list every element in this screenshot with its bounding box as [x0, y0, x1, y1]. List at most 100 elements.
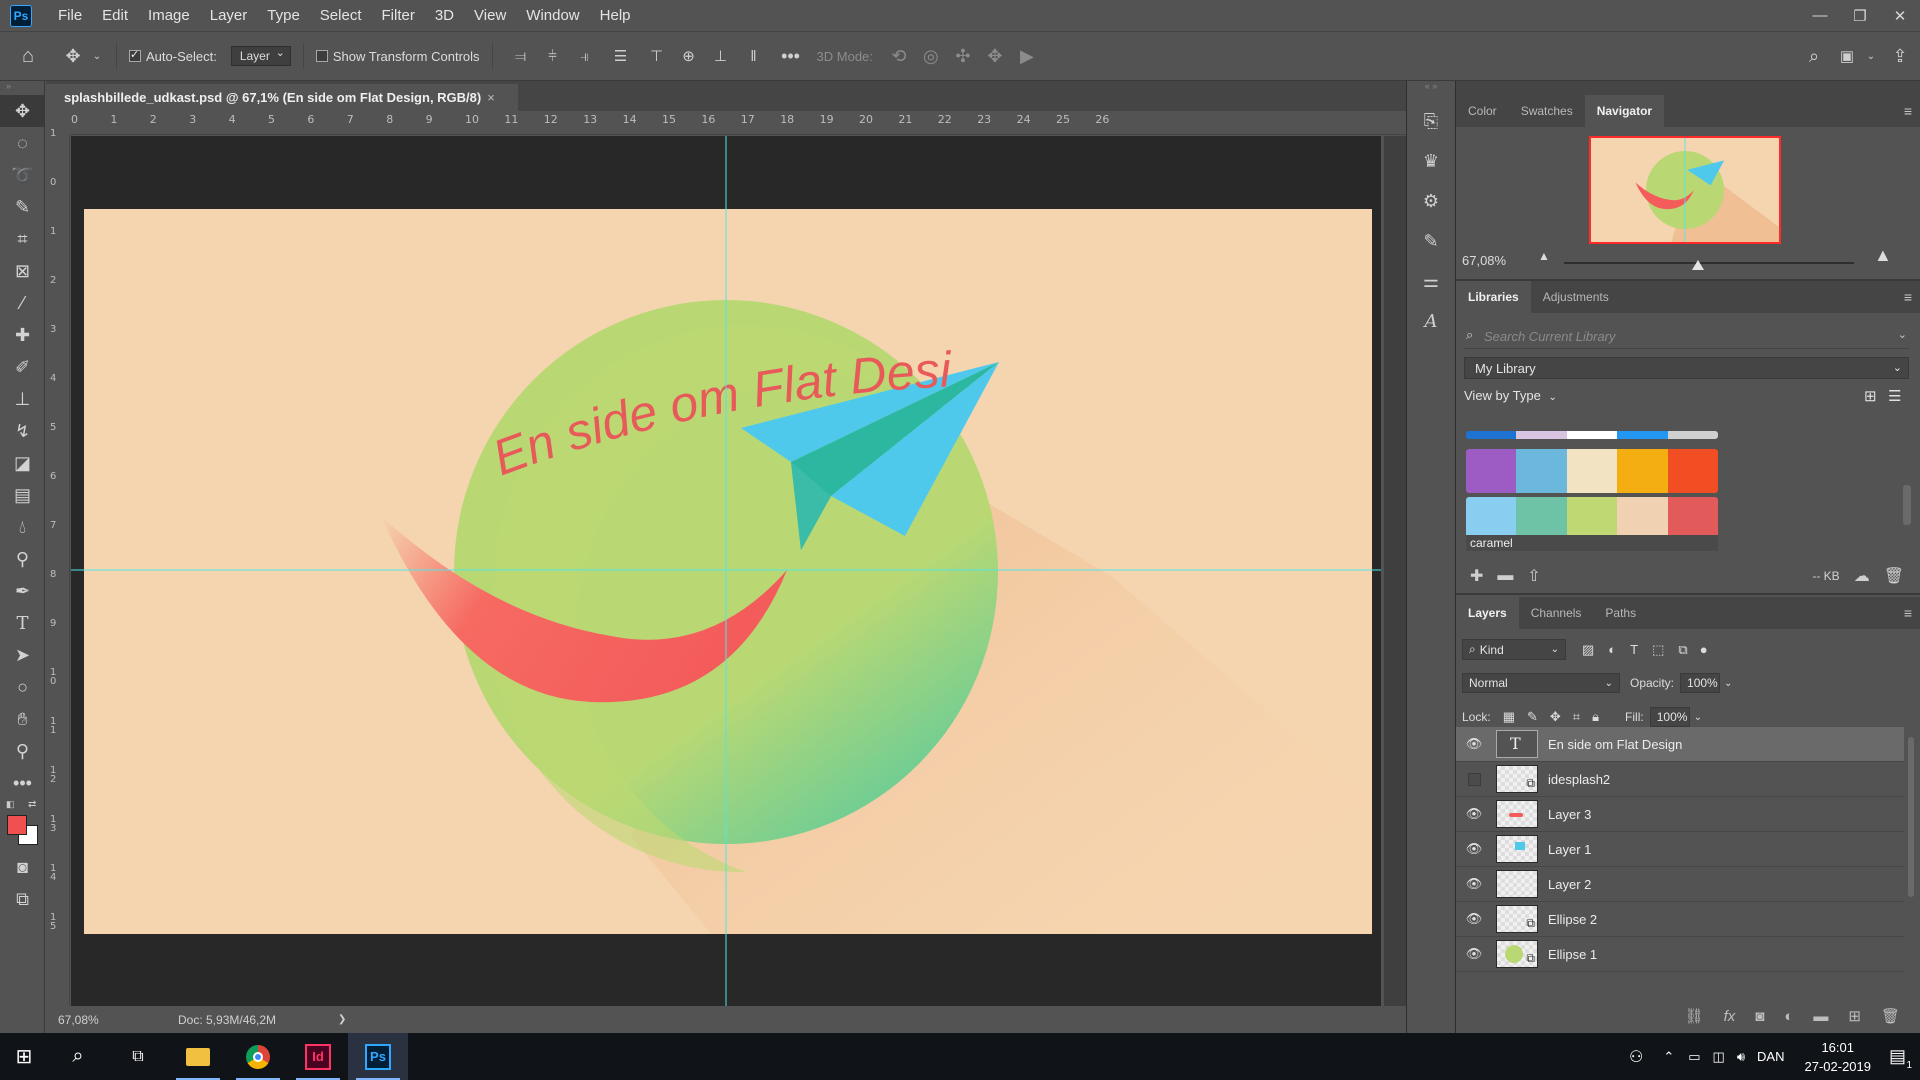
align-top-icon[interactable]: ⊤ — [641, 47, 673, 65]
scrollbar-thumb[interactable] — [1908, 737, 1914, 897]
lock-all-icon[interactable]: 🔒︎ — [1592, 709, 1599, 725]
eye-icon[interactable]: 👁︎ — [1456, 841, 1492, 857]
fill-input[interactable]: 100% — [1649, 707, 1690, 727]
new-adjustment-layer-icon[interactable]: ◐ — [1784, 1008, 1793, 1025]
layer-style-icon[interactable]: fx — [1724, 1008, 1736, 1025]
move-tool-icon[interactable]: ✥ — [0, 95, 45, 127]
grid-view-icon[interactable]: ⊞ — [1864, 387, 1877, 405]
new-group-icon[interactable]: ▬ — [1813, 1008, 1828, 1025]
brush-tool-icon[interactable]: ✐ — [0, 351, 45, 383]
color-theme-swatch[interactable] — [1466, 449, 1718, 493]
layer-name[interactable]: Ellipse 2 — [1548, 912, 1597, 927]
eraser-tool-icon[interactable]: ◪ — [0, 447, 45, 479]
indesign-icon[interactable]: Id — [288, 1033, 348, 1080]
close-tab-icon[interactable]: × — [487, 90, 495, 105]
battery-icon[interactable]: ▭ — [1688, 1049, 1700, 1065]
quick-mask-icon[interactable]: ◙ — [0, 851, 45, 883]
menu-help[interactable]: Help — [590, 0, 641, 31]
filter-smart-object-icon[interactable]: ⧉ — [1678, 642, 1687, 658]
align-right-icon[interactable]: ⫣ — [569, 48, 601, 65]
adjustment-sliders-icon[interactable]: ⚌ — [1407, 261, 1455, 301]
more-options-icon[interactable]: ••• — [771, 46, 811, 67]
layer-row[interactable]: 👁︎ Layer 1 — [1456, 832, 1904, 867]
distribute-vertical-icon[interactable]: ‖ — [737, 48, 771, 65]
glyphs-panel-icon[interactable]: A — [1407, 301, 1455, 341]
history-panel-icon[interactable]: ⎘ — [1407, 101, 1455, 141]
panel-menu-icon[interactable]: ≡ — [1904, 289, 1912, 305]
menu-edit[interactable]: Edit — [92, 0, 138, 31]
upload-icon[interactable]: ⇧ — [1527, 566, 1540, 586]
align-left-icon[interactable]: ⫤ — [505, 48, 537, 65]
tab-libraries[interactable]: Libraries — [1456, 281, 1531, 313]
lock-position-icon[interactable]: ✥ — [1550, 709, 1561, 725]
library-scrollbar[interactable] — [1903, 431, 1911, 551]
swap-colors-icon[interactable]: ⇄ — [28, 799, 36, 810]
panel-menu-icon[interactable]: ≡ — [1904, 103, 1912, 119]
tab-paths[interactable]: Paths — [1593, 597, 1648, 629]
ellipse-tool-icon[interactable]: ○ — [0, 671, 45, 703]
navigator-zoom-slider-handle[interactable] — [1692, 260, 1704, 270]
lock-transparent-icon[interactable]: ▦ — [1503, 709, 1515, 725]
brushes-panel-icon[interactable]: ♛ — [1407, 141, 1455, 181]
auto-select-dropdown[interactable]: Layer — [230, 46, 291, 66]
color-theme-swatch[interactable] — [1466, 431, 1718, 439]
menu-type[interactable]: Type — [257, 0, 310, 31]
zoom-out-icon[interactable]: ▲ — [1538, 249, 1550, 263]
vertical-scrollbar[interactable] — [1384, 136, 1406, 1006]
menu-layer[interactable]: Layer — [200, 0, 258, 31]
search-icon[interactable]: ⌕ — [48, 1033, 108, 1080]
new-layer-icon[interactable]: ⊞ — [1848, 1007, 1861, 1025]
chrome-icon[interactable] — [228, 1033, 288, 1080]
panel-grip[interactable]: » — [0, 81, 44, 95]
align-center-icon[interactable]: ⫩ — [537, 48, 569, 65]
eye-icon[interactable]: 👁︎ — [1456, 876, 1492, 892]
tab-channels[interactable]: Channels — [1519, 597, 1594, 629]
tab-swatches[interactable]: Swatches — [1509, 95, 1585, 127]
3d-slide-icon[interactable]: ✥ — [979, 46, 1011, 67]
3d-pan-icon[interactable]: ✣ — [947, 46, 979, 67]
layer-name[interactable]: En side om Flat Design — [1548, 737, 1682, 752]
people-icon[interactable]: ⚇ — [1629, 1047, 1643, 1067]
document-canvas[interactable]: En side om Flat Design — [71, 136, 1381, 1006]
share-icon[interactable]: ⇪ — [1880, 46, 1920, 67]
healing-brush-tool-icon[interactable]: ✚ — [0, 319, 45, 351]
filter-type-icon[interactable]: T — [1630, 642, 1638, 657]
default-colors-icon[interactable]: ◧ — [6, 799, 15, 810]
list-view-icon[interactable]: ☰ — [1888, 387, 1901, 405]
menu-image[interactable]: Image — [138, 0, 200, 31]
menu-filter[interactable]: Filter — [372, 0, 425, 31]
library-select[interactable]: My Library ⌄ — [1464, 357, 1909, 379]
opacity-input[interactable]: 100% — [1680, 673, 1721, 693]
brush-settings-icon[interactable]: ✎ — [1407, 221, 1455, 261]
layer-name[interactable]: Layer 3 — [1548, 807, 1591, 822]
layer-row[interactable]: 👁︎ Layer 2 — [1456, 867, 1904, 902]
pasteboard[interactable]: En side om Flat Design — [71, 136, 1381, 1006]
zoom-in-icon[interactable]: ▲ — [1874, 245, 1892, 266]
folder-icon[interactable]: ▬ — [1497, 567, 1513, 585]
dock-grip[interactable]: « » — [1407, 81, 1455, 101]
align-bottom-icon[interactable]: ⊥ — [705, 47, 737, 65]
filter-pixel-icon[interactable]: ▨ — [1582, 642, 1594, 658]
notifications-icon[interactable]: ▤ 1 — [1889, 1046, 1912, 1071]
menu-3d[interactable]: 3D — [425, 0, 464, 31]
navigator-thumbnail[interactable] — [1589, 136, 1781, 244]
zoom-tool-icon[interactable]: ⚲ — [0, 735, 45, 767]
chevron-down-icon[interactable]: ⌄ — [90, 51, 104, 62]
chevron-down-icon[interactable]: ⌄ — [1724, 678, 1732, 689]
kind-filter-select[interactable]: ⌕ Kind ⌄ — [1462, 639, 1566, 660]
3d-roll-icon[interactable]: ◎ — [915, 46, 947, 67]
properties-panel-icon[interactable]: ⚙ — [1407, 181, 1455, 221]
dodge-tool-icon[interactable]: ⚲ — [0, 543, 45, 575]
panel-menu-icon[interactable]: ≡ — [1904, 605, 1912, 621]
link-layers-icon[interactable]: ⛓ — [1685, 1007, 1704, 1025]
hand-tool-icon[interactable]: ✋︎ — [0, 703, 45, 735]
document-tab[interactable]: splashbillede_udkast.psd @ 67,1% (En sid… — [46, 84, 518, 111]
checkbox-icon[interactable] — [129, 48, 141, 62]
foreground-color-swatch[interactable] — [7, 815, 27, 835]
minimize-icon[interactable]: — — [1800, 0, 1840, 31]
trash-icon[interactable]: 🗑︎ — [1884, 566, 1904, 586]
blur-tool-icon[interactable]: 💧︎ — [0, 511, 45, 543]
eye-icon[interactable]: 👁︎ — [1456, 946, 1492, 962]
history-brush-tool-icon[interactable]: ↯ — [0, 415, 45, 447]
filter-adjustment-icon[interactable]: ◐ — [1608, 642, 1616, 657]
